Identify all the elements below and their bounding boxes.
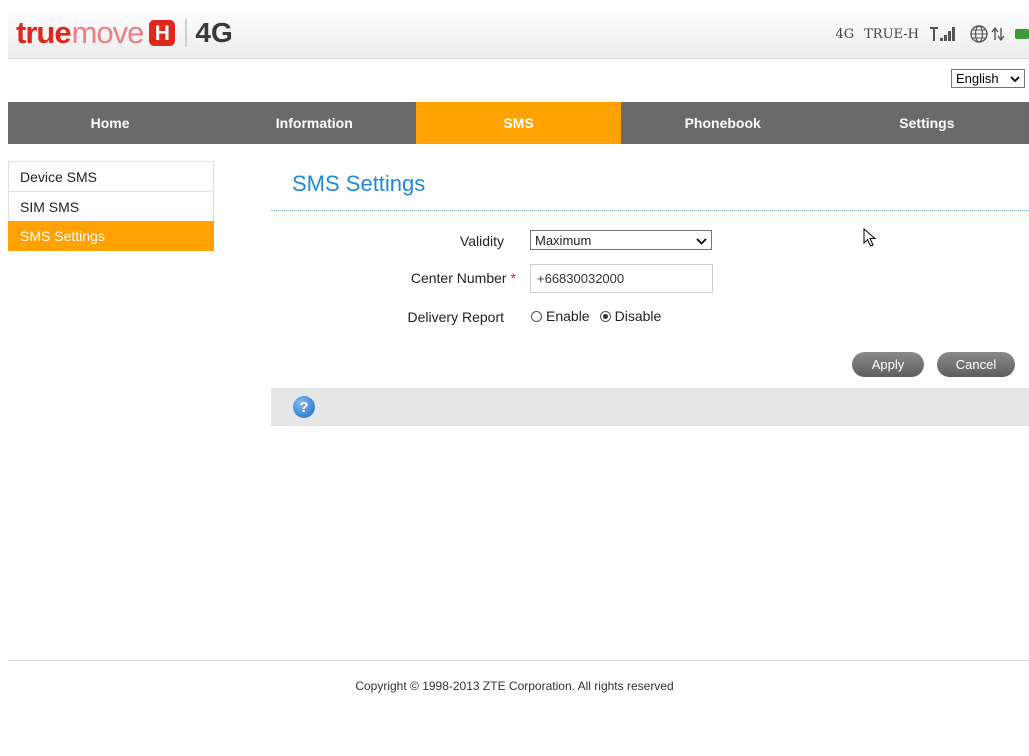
operator-label: TRUE-H [864,26,919,42]
delivery-report-enable-radio[interactable]: Enable [531,308,590,324]
data-transfer-icon [991,26,1005,42]
enable-label: Enable [546,308,590,324]
main-nav: Home Information SMS Phonebook Settings [8,102,1029,144]
apply-button[interactable]: Apply [852,352,924,377]
page-title: SMS Settings [292,171,426,196]
battery-icon [1015,29,1029,39]
disable-label: Disable [614,308,662,324]
chevron-down-icon [1010,71,1020,86]
logo-true-text: true [16,15,72,50]
radio-checked-icon [599,310,611,322]
chevron-down-icon [696,233,707,248]
required-mark: * [510,270,516,286]
nav-item-phonebook[interactable]: Phonebook [621,102,825,144]
validity-select[interactable]: Maximum [530,230,712,250]
delivery-report-label: Delivery Report [407,309,504,325]
radio-unchecked-icon [531,310,542,322]
center-number-label: Center Number [410,270,507,286]
language-selected-value: English [956,71,999,86]
footer-divider [8,660,1029,661]
validity-label: Validity [459,233,504,249]
language-select[interactable]: English [951,69,1025,88]
delivery-report-disable-radio[interactable]: Disable [599,308,662,324]
sidebar: Device SMS SIM SMS SMS Settings [8,161,214,251]
center-number-row-label: Center Number * [276,270,516,286]
nav-item-settings[interactable]: Settings [825,102,1029,144]
mouse-pointer-icon [863,227,879,253]
signal-icon [929,26,959,42]
cancel-button[interactable]: Cancel [937,352,1015,377]
globe-icon [969,24,989,44]
nav-item-information[interactable]: Information [212,102,416,144]
nav-item-home[interactable]: Home [8,102,212,144]
center-number-input[interactable] [530,264,713,293]
help-bar: ? [271,388,1029,426]
sidebar-item-sms-settings[interactable]: SMS Settings [8,221,214,251]
truemove-logo: true move H 4G [16,15,233,51]
delivery-report-radio-group: Enable Disable [531,308,661,324]
title-divider [271,210,1029,211]
header-bar: true move H 4G 4G TRUE-H [8,8,1029,59]
network-type-label: 4G [835,26,855,42]
help-icon[interactable]: ? [293,396,315,418]
nav-item-sms[interactable]: SMS [416,102,621,144]
logo-4g-text: 4G [195,17,233,48]
validity-selected-value: Maximum [535,232,592,248]
logo-divider [185,19,188,47]
sidebar-item-device-sms[interactable]: Device SMS [8,161,214,191]
status-indicators: 4G TRUE-H [835,24,1029,44]
sidebar-item-sim-sms[interactable]: SIM SMS [8,191,214,221]
logo-move-text: move [71,15,145,50]
footer-copyright: Copyright © 1998-2013 ZTE Corporation. A… [355,679,674,693]
logo-h-badge: H [149,20,176,46]
